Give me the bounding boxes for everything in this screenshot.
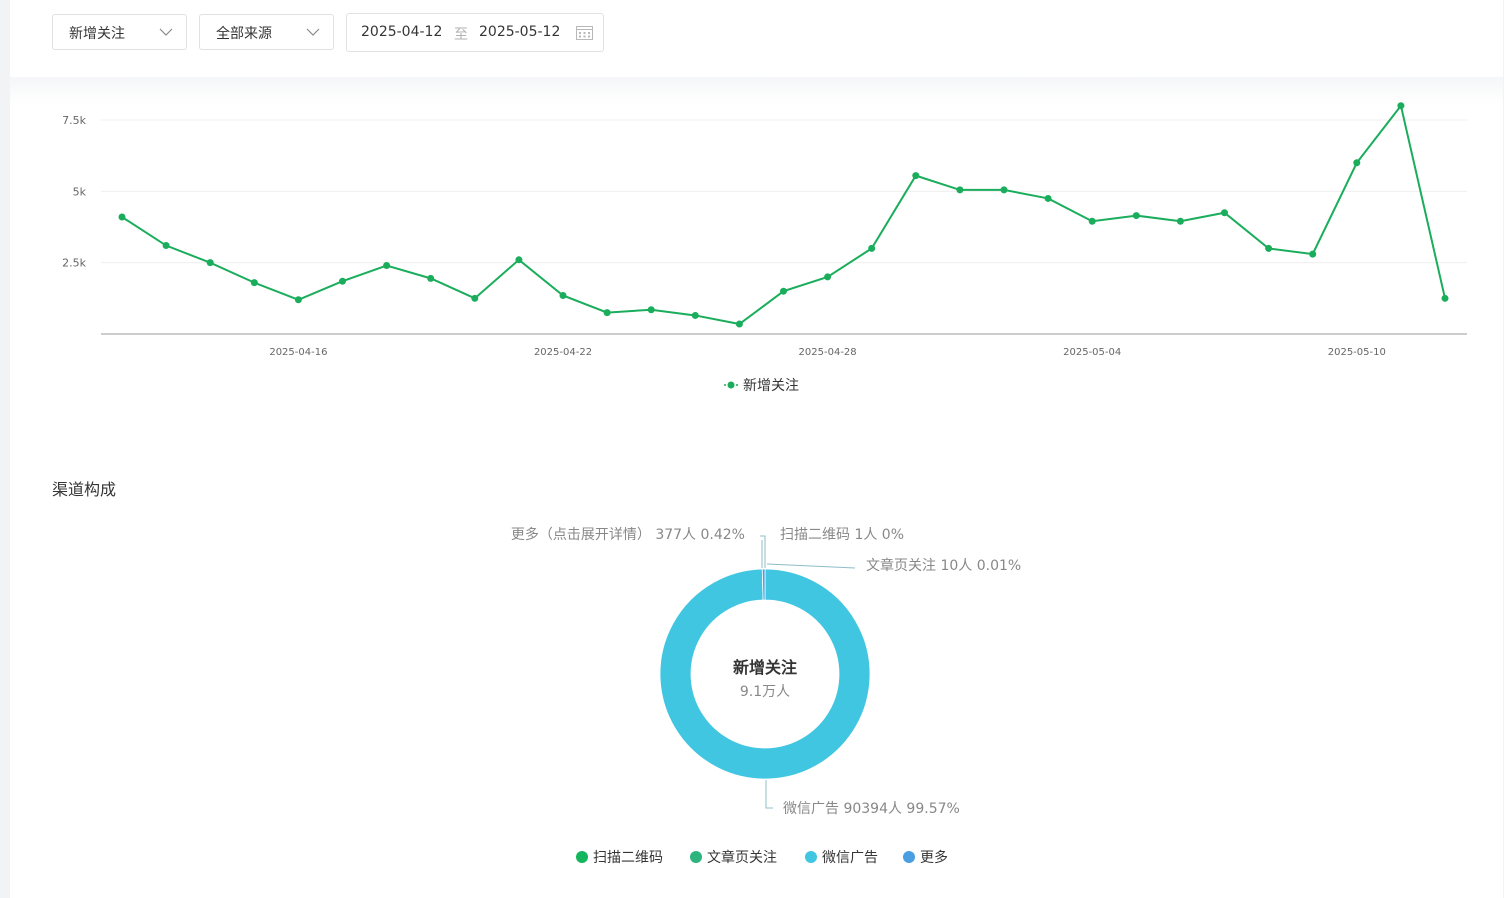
data-point bbox=[471, 294, 479, 302]
x-tick-label: 2025-05-04 bbox=[1063, 347, 1121, 358]
slice-label: 更多（点击展开详情） 377人 0.42% bbox=[511, 526, 745, 543]
data-point bbox=[250, 279, 258, 287]
data-point bbox=[1132, 212, 1140, 220]
data-point bbox=[339, 277, 346, 285]
x-tick-label: 2025-04-28 bbox=[799, 347, 857, 358]
legend-dot bbox=[576, 851, 588, 863]
line-legend: 新增关注 bbox=[724, 378, 799, 394]
data-point bbox=[427, 274, 435, 282]
source-select[interactable]: 全部来源 bbox=[199, 14, 334, 50]
metric-select-label: 新增关注 bbox=[69, 26, 125, 42]
data-point bbox=[1176, 217, 1184, 225]
data-point bbox=[294, 296, 302, 304]
legend-item[interactable]: 文章页关注 bbox=[690, 847, 777, 867]
legend-dot bbox=[727, 381, 735, 389]
slice-label: 文章页关注 10人 0.01% bbox=[866, 557, 1021, 574]
data-point bbox=[559, 291, 567, 299]
calendar-icon[interactable] bbox=[576, 25, 593, 40]
metric-select[interactable]: 新增关注 bbox=[52, 14, 187, 50]
filter-toolbar: 新增关注 全部来源 2025-04-12 至 2025-05-12 bbox=[10, 0, 1503, 77]
source-select-label: 全部来源 bbox=[216, 26, 272, 42]
donut-center-value: 9.1万人 bbox=[740, 684, 790, 700]
section-title-channel: 渠道构成 bbox=[52, 480, 117, 499]
data-point bbox=[1397, 102, 1405, 110]
data-point bbox=[912, 172, 920, 180]
data-point bbox=[868, 244, 876, 252]
data-point bbox=[780, 287, 787, 295]
leader-line bbox=[766, 563, 856, 569]
data-point bbox=[515, 256, 523, 264]
chevron-down-icon bbox=[159, 28, 173, 36]
data-point bbox=[956, 186, 964, 194]
data-point bbox=[1088, 217, 1096, 225]
date-separator: 至 bbox=[454, 27, 468, 43]
legend-dot bbox=[690, 851, 702, 863]
legend-item[interactable]: 扫描二维码 bbox=[576, 847, 663, 867]
slice-label: 微信广告 90394人 99.57% bbox=[783, 801, 960, 817]
legend-dot bbox=[805, 851, 817, 863]
data-point bbox=[691, 311, 699, 319]
data-point bbox=[1000, 186, 1008, 194]
data-point bbox=[1441, 294, 1449, 302]
y-tick-label: 2.5k bbox=[62, 257, 86, 270]
donut-center-title: 新增关注 bbox=[733, 658, 797, 677]
y-tick-label: 5k bbox=[73, 185, 87, 198]
x-tick-label: 2025-04-22 bbox=[534, 347, 592, 358]
page: 新增关注 全部来源 2025-04-12 至 2025-05-12 2.5k 5k… bbox=[10, 0, 1503, 898]
data-point bbox=[647, 306, 655, 314]
y-tick-label: 7.5k bbox=[62, 114, 86, 127]
data-point bbox=[603, 309, 611, 317]
data-point bbox=[824, 273, 832, 281]
legend-label: 文章页关注 bbox=[707, 850, 777, 866]
line-chart: 2.5k 5k 7.5k 2025-04-16 2025-04-22 2025-04-28… bbox=[62, 102, 1467, 394]
data-point bbox=[1265, 244, 1273, 252]
data-point bbox=[735, 320, 743, 328]
data-point bbox=[1044, 194, 1052, 202]
chevron-down-icon bbox=[306, 28, 320, 36]
legend-dot bbox=[903, 851, 915, 863]
donut-chart: 新增关注 9.1万人 扫描二维码 1人 0% 文章页关注 10人 0.01% 更多（点击… bbox=[511, 526, 1021, 817]
leader-line bbox=[765, 780, 773, 809]
legend-item[interactable]: 微信广告 bbox=[805, 847, 878, 867]
data-point bbox=[206, 259, 214, 267]
x-tick-label: 2025-05-10 bbox=[1328, 347, 1386, 358]
legend-item[interactable]: 更多 bbox=[903, 847, 948, 867]
legend-label: 新增关注 bbox=[743, 378, 799, 394]
x-tick-label: 2025-04-16 bbox=[269, 347, 327, 358]
data-point bbox=[1221, 209, 1228, 217]
legend-label: 更多 bbox=[920, 850, 948, 866]
data-point bbox=[162, 242, 170, 250]
data-point bbox=[118, 213, 126, 221]
slice-label: 扫描二维码 1人 0% bbox=[780, 527, 904, 543]
date-range-picker[interactable]: 2025-04-12 至 2025-05-12 bbox=[346, 13, 604, 52]
legend-label: 扫描二维码 bbox=[593, 850, 663, 866]
data-point bbox=[383, 262, 391, 270]
legend-label: 微信广告 bbox=[822, 850, 878, 866]
date-start[interactable]: 2025-04-12 bbox=[361, 24, 442, 40]
data-point bbox=[1353, 159, 1361, 167]
data-point bbox=[1309, 250, 1317, 258]
donut-slice bbox=[761, 568, 766, 601]
date-end[interactable]: 2025-05-12 bbox=[479, 24, 560, 40]
